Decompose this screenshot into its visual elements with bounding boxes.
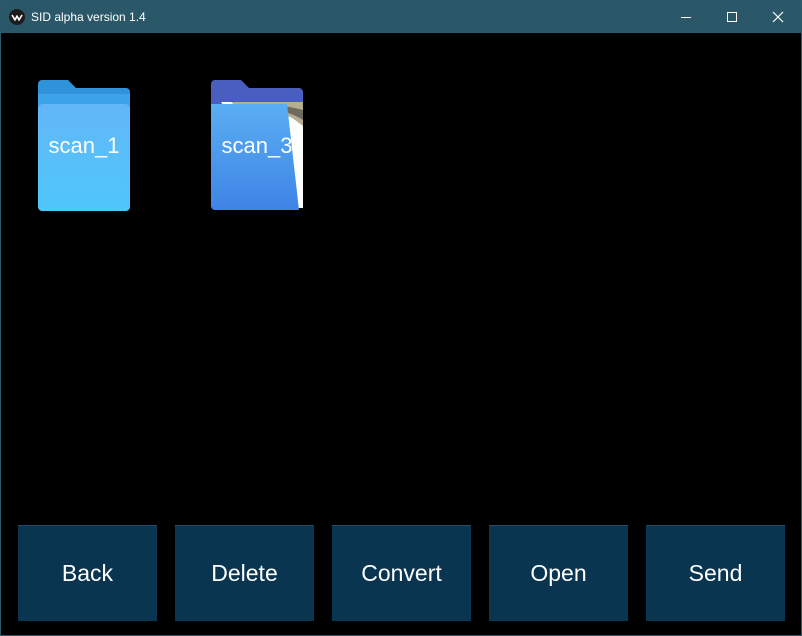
minimize-icon	[681, 17, 691, 18]
app-logo-icon	[9, 9, 25, 25]
delete-button[interactable]: Delete	[175, 525, 314, 621]
close-icon	[772, 11, 784, 23]
close-button[interactable]	[755, 1, 801, 33]
maximize-button[interactable]	[709, 1, 755, 33]
window-title: SID alpha version 1.4	[31, 10, 146, 24]
send-button[interactable]: Send	[646, 525, 785, 621]
convert-button[interactable]: Convert	[332, 525, 471, 621]
folder-scan-3[interactable]: scan_3	[211, 80, 303, 212]
maximize-icon	[727, 12, 737, 22]
folder-label: scan_3	[221, 133, 293, 158]
open-button[interactable]: Open	[489, 525, 628, 621]
folder-scan-1[interactable]: scan_1	[38, 80, 130, 212]
app-window: SID alpha version 1.4 scan_1 scan_3 Back…	[0, 0, 802, 636]
title-bar[interactable]: SID alpha version 1.4	[1, 1, 801, 33]
folder-label: scan_1	[48, 133, 120, 158]
back-button[interactable]: Back	[18, 525, 157, 621]
minimize-button[interactable]	[663, 1, 709, 33]
